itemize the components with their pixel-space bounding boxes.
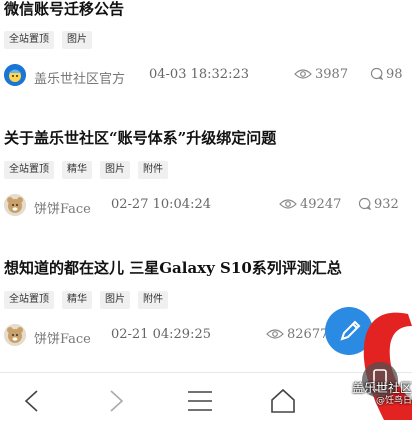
watermark-sub: @饪鸟日 [375, 396, 412, 406]
menu-icon [188, 391, 212, 411]
post-meta: 盖乐世社区官方 04-03 18:32:23 3987 98 [4, 64, 408, 90]
author-name[interactable]: 饼饼Face [34, 198, 91, 217]
forward-icon [110, 390, 124, 412]
view-count: 82677 [266, 327, 328, 342]
comment-count-value: 98 [386, 67, 403, 82]
tag-image: 图片 [100, 161, 130, 179]
view-count-value: 49247 [300, 197, 342, 212]
watermark-main: 盖乐世社区 [351, 381, 412, 395]
tag-pinned: 全站置顶 [4, 161, 54, 179]
avatar[interactable] [4, 64, 26, 86]
back-icon [24, 390, 38, 412]
menu-button[interactable] [182, 383, 218, 419]
post-meta: 饼饼Face 02-27 10:04:24 49247 932 [4, 194, 408, 220]
tag-list: 全站置顶 图片 [4, 31, 92, 49]
post-time: 04-03 18:32:23 [149, 67, 249, 82]
watermark: 盖乐世社区 @饪鸟日 [340, 381, 412, 407]
back-button[interactable] [14, 383, 50, 419]
comment-icon [358, 197, 372, 211]
author-name[interactable]: 盖乐世社区官方 [34, 68, 125, 87]
avatar[interactable] [4, 324, 26, 346]
tag-attachment: 附件 [138, 161, 168, 179]
tag-attachment: 附件 [138, 291, 168, 309]
tag-image: 图片 [100, 291, 130, 309]
tag-pinned: 全站置顶 [4, 291, 54, 309]
eye-icon [294, 69, 312, 79]
home-button[interactable] [265, 383, 301, 419]
eye-icon [266, 329, 284, 339]
comment-icon [370, 67, 384, 81]
view-count-value: 3987 [315, 67, 349, 82]
tag-featured: 精华 [62, 161, 92, 179]
forward-button[interactable] [98, 383, 134, 419]
comment-count: 932 [358, 197, 399, 212]
view-count: 3987 [294, 67, 348, 82]
eye-icon [279, 199, 297, 209]
tag-list: 全站置顶 精华 图片 附件 [4, 161, 168, 179]
tag-featured: 精华 [62, 291, 92, 309]
tag-list: 全站置顶 精华 图片 附件 [4, 291, 168, 309]
avatar[interactable] [4, 194, 26, 216]
home-icon [271, 388, 295, 413]
post-title[interactable]: 关于盖乐世社区“账号体系”升级绑定问题 [4, 127, 276, 148]
post-time: 02-27 10:04:24 [111, 197, 211, 212]
comment-count: 98 [370, 67, 403, 82]
view-count-value: 82677 [287, 327, 329, 342]
comment-count-value: 932 [374, 197, 399, 212]
post-title[interactable]: 微信账号迁移公告 [4, 0, 124, 19]
post-time: 02-21 04:29:25 [111, 327, 211, 342]
author-name[interactable]: 饼饼Face [34, 328, 91, 347]
tag-pinned: 全站置顶 [4, 31, 54, 49]
post-title[interactable]: 想知道的都在这儿 三星Galaxy S10系列评测汇总 [4, 257, 342, 278]
view-count: 49247 [279, 197, 341, 212]
tag-image: 图片 [62, 31, 92, 49]
